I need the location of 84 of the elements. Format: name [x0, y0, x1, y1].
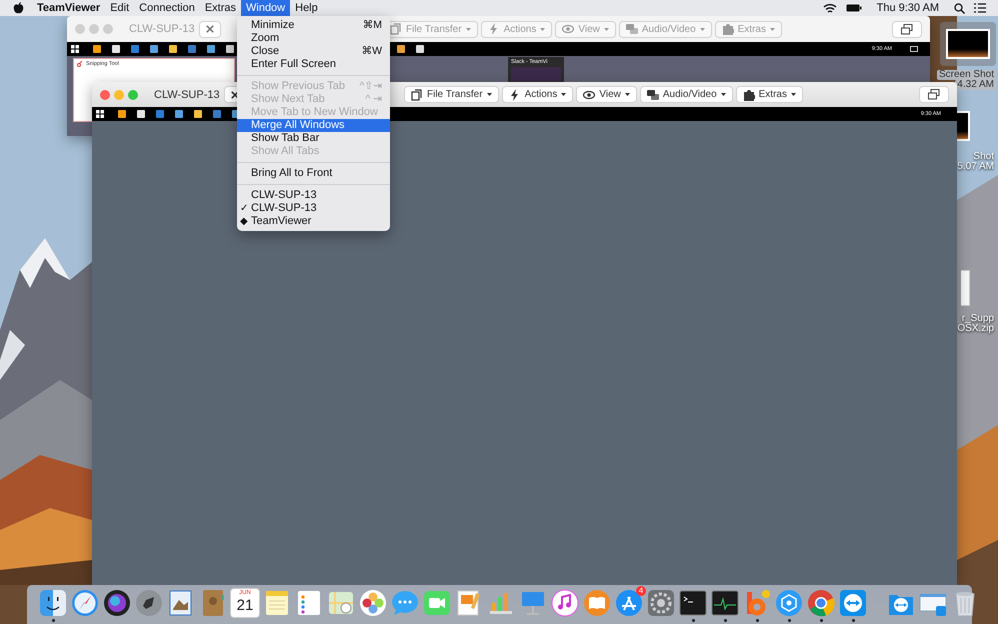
puzzle-piece-icon	[722, 23, 734, 35]
scissors-icon	[77, 61, 83, 67]
speech-bubbles-icon	[626, 23, 638, 35]
list-icon[interactable]	[974, 3, 986, 13]
wifi-icon[interactable]	[822, 2, 837, 14]
menu-title[interactable]: Extras	[200, 0, 241, 16]
toolbar-button[interactable]: Actions	[502, 86, 574, 103]
close-icon	[231, 90, 239, 100]
caret-icon	[540, 28, 546, 30]
running-indicator	[852, 619, 854, 622]
caret-icon	[466, 28, 471, 30]
video-camera-icon[interactable]	[423, 589, 451, 617]
caret-icon	[790, 93, 796, 96]
running-indicator	[52, 619, 54, 622]
speech-bubble-icon[interactable]	[391, 589, 419, 617]
caret-icon	[700, 28, 705, 30]
documents-icon	[390, 23, 402, 35]
file-name[interactable]: Screen Shot	[936, 70, 996, 80]
menu-item[interactable]: ✓ CLW-SUP-13	[237, 202, 390, 215]
apple-icon[interactable]	[13, 2, 24, 14]
caret-icon	[624, 93, 630, 96]
eye-icon	[562, 23, 574, 35]
menu-title[interactable]: Edit	[105, 0, 134, 16]
screenshot-thumbnail[interactable]	[946, 29, 990, 59]
running-indicator	[724, 619, 726, 622]
overlapping-windows-icon	[928, 89, 940, 100]
toolbar-button[interactable]: Extras	[736, 86, 803, 103]
toolbar-button[interactable]: View	[576, 86, 637, 103]
toolbar-button[interactable]: File Transfer	[404, 86, 499, 103]
menu-title[interactable]: TeamViewer	[32, 0, 106, 16]
menu-item[interactable]: Merge All Windows	[237, 119, 390, 132]
battery-icon[interactable]	[846, 4, 862, 12]
terminal-icon[interactable]	[679, 589, 707, 617]
rocket-icon[interactable]	[135, 589, 163, 617]
close-icon	[206, 24, 214, 34]
menu-item[interactable]: Bring All to Front	[237, 167, 390, 180]
notification-badge: 4	[636, 586, 646, 596]
windows-icon[interactable]	[96, 110, 104, 118]
running-indicator	[788, 619, 790, 622]
menu-item[interactable]: Enter Full Screen	[237, 58, 390, 71]
running-indicator	[692, 619, 694, 622]
caret-icon	[604, 28, 609, 30]
map-icon[interactable]	[327, 589, 355, 617]
heartbeat-monitor-icon[interactable]	[711, 589, 739, 617]
menu-title[interactable]: Connection	[134, 0, 200, 16]
notepad-icon[interactable]	[263, 589, 291, 617]
toolbar-button[interactable]: Audio/Video	[640, 86, 733, 103]
menu-item[interactable]: Close ⌘W	[237, 45, 390, 58]
window-title: CLW-SUP-13	[129, 23, 196, 35]
running-indicator	[820, 619, 822, 622]
window-title: CLW-SUP-13	[154, 88, 221, 100]
caret-icon	[561, 93, 566, 96]
menu-item[interactable]: CLW-SUP-13	[237, 189, 390, 202]
window-mode-button[interactable]	[919, 86, 949, 103]
document-pen-icon[interactable]	[455, 589, 483, 617]
open-book-icon[interactable]	[583, 589, 611, 617]
documents-icon	[411, 88, 423, 100]
caret-icon	[720, 93, 726, 96]
smiling-face-icon[interactable]	[39, 589, 67, 617]
caret-icon	[770, 28, 775, 30]
menu-item[interactable]: Show Tab Bar	[237, 132, 390, 145]
file-name[interactable]: 4.32 AM	[955, 80, 996, 90]
flower-icon[interactable]	[359, 589, 387, 617]
lightning-icon	[508, 88, 521, 100]
close-button[interactable]	[100, 90, 110, 100]
orb-icon[interactable]	[103, 589, 131, 617]
menu-title[interactable]: Help	[290, 0, 323, 16]
caret-icon	[486, 93, 492, 96]
puzzle-piece-icon	[742, 88, 755, 100]
checklist-icon[interactable]	[295, 589, 323, 617]
pencils-icon[interactable]	[615, 589, 643, 617]
menu-item[interactable]: ◆ TeamViewer	[237, 215, 390, 228]
search-icon[interactable]	[954, 2, 965, 14]
menu-bar-clock[interactable]: Thu 9:30 AM	[876, 2, 939, 14]
music-note-icon[interactable]	[551, 589, 579, 617]
speech-bubbles-icon	[646, 88, 659, 100]
overlapping-windows-icon	[901, 24, 913, 34]
preview-image	[511, 67, 561, 81]
running-indicator	[756, 619, 758, 622]
lightning-icon	[488, 23, 500, 35]
network-nodes-icon[interactable]	[775, 589, 803, 617]
menu-title[interactable]: Window	[241, 0, 290, 16]
browser-icon[interactable]	[807, 589, 835, 617]
eye-icon	[583, 88, 596, 100]
